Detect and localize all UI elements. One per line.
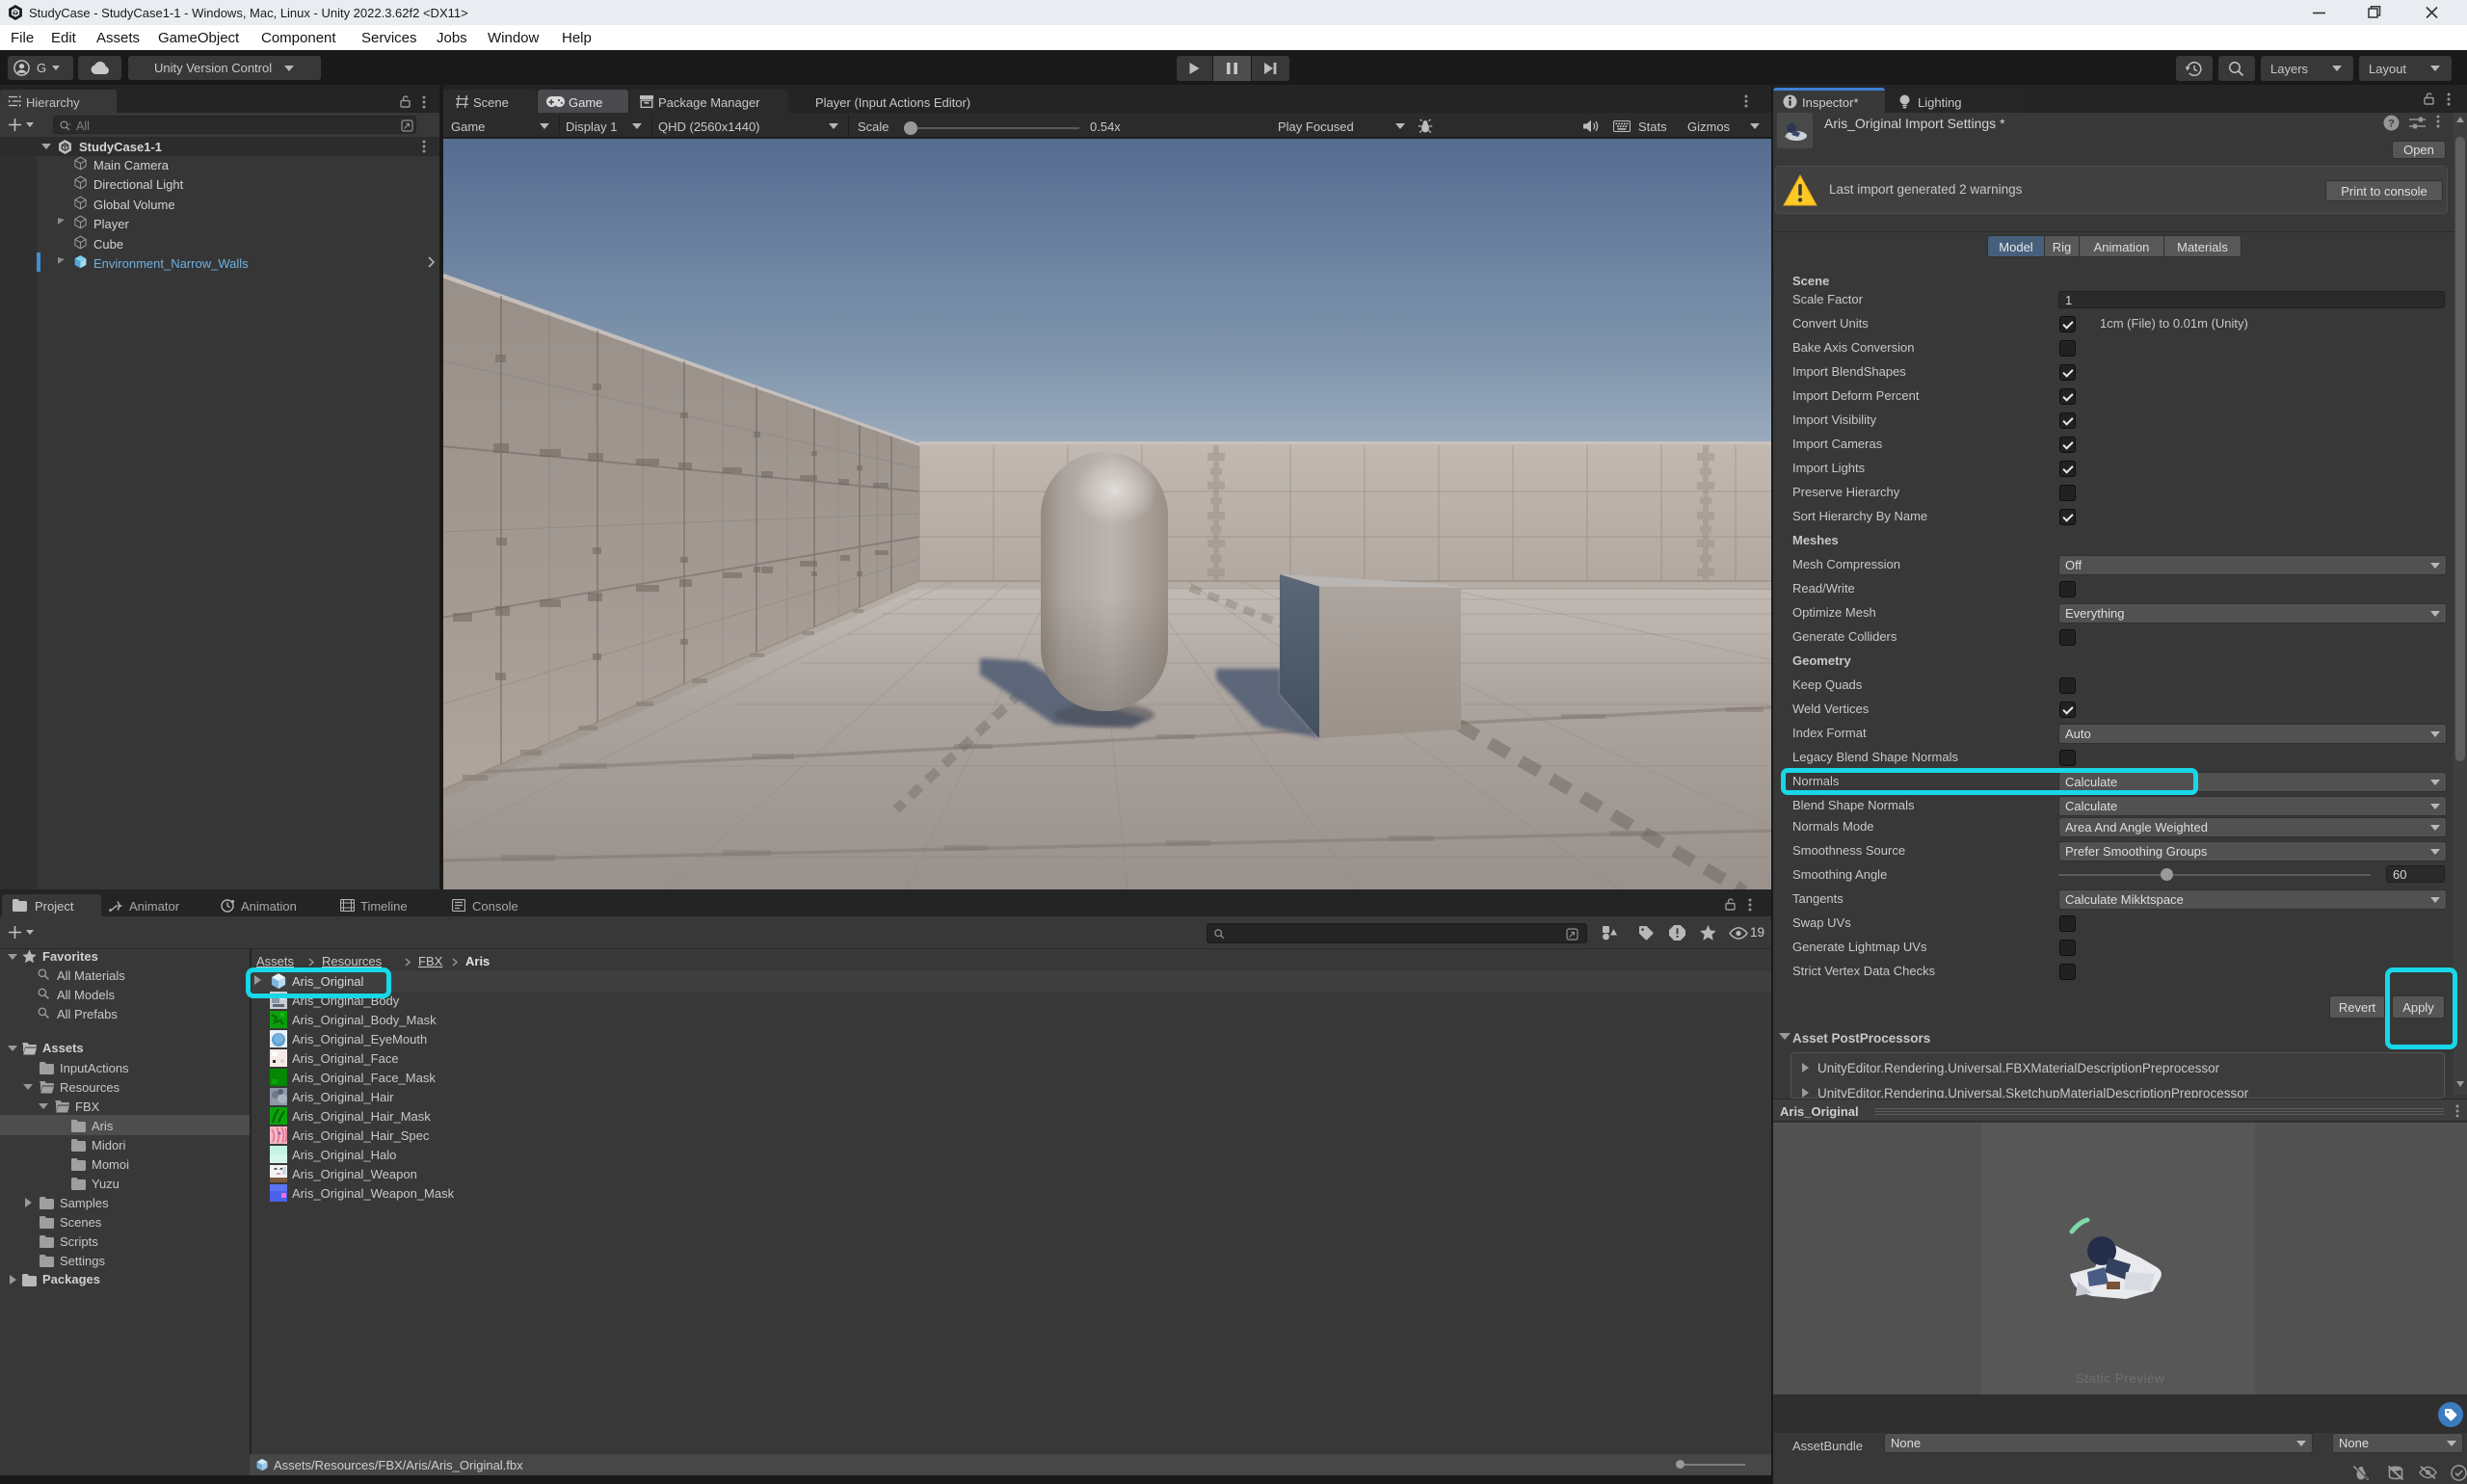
svg-text:?: ? [2388, 119, 2395, 130]
